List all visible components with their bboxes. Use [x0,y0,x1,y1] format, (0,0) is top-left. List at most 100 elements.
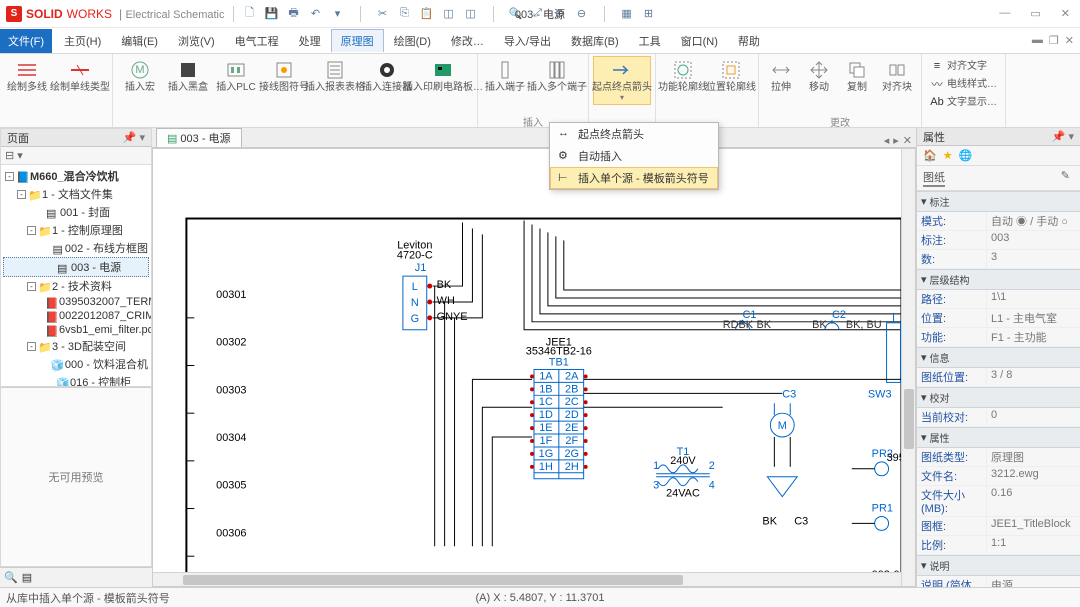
props-pin-icon[interactable]: 📌 [1052,130,1066,143]
panel-close-icon[interactable]: ▾ [139,131,145,144]
home-icon[interactable]: 🏠 [923,149,937,162]
wire-style-button[interactable]: 〰电线样式… [926,75,1001,93]
prop-row[interactable]: 功能:F1 - 主功能 [917,328,1080,347]
align-text-button[interactable]: ≡对齐文字 [926,57,1001,75]
prop-category[interactable]: ▾校对 [917,387,1080,408]
menu-electrical[interactable]: 电气工程 [225,29,289,53]
insert-multiterminal-button[interactable]: 插入多个端子 [530,56,584,96]
copy-button[interactable]: 复制 [839,56,875,96]
prop-row[interactable]: 标注:003 [917,231,1080,250]
menu-tools[interactable]: 工具 [629,29,671,53]
insert-plc-button[interactable]: 插入PLC [213,56,259,96]
edit-pencil-icon[interactable]: ✎ [1061,169,1074,187]
prop-row[interactable]: 图框:JEE1_TitleBlock [917,517,1080,536]
prop-row[interactable]: 当前校对:0 [917,408,1080,427]
qat-icon-5[interactable]: ◫ [463,6,479,22]
qat-icon-4[interactable]: ◫ [441,6,457,22]
insert-terminal-button[interactable]: 插入端子 [482,56,528,96]
prop-row[interactable]: 位置:L1 - 主电气室 [917,309,1080,328]
dd-auto-insert[interactable]: ⚙自动插入 [550,145,718,167]
new-icon[interactable]: 🗋 [242,6,258,22]
globe-icon[interactable]: 🌐 [959,149,973,162]
prop-category[interactable]: ▾属性 [917,427,1080,448]
menu-view[interactable]: 浏览(V) [168,29,225,53]
vertical-scrollbar[interactable] [901,149,915,586]
prop-row[interactable]: 比例:1:1 [917,536,1080,555]
print-icon[interactable]: 🖶 [286,6,302,22]
draw-singlewire-button[interactable]: 绘制单线类型 [52,56,108,96]
tab-close-icon[interactable]: ✕ [903,134,912,147]
stretch-button[interactable]: 拉伸 [763,56,799,96]
menu-process[interactable]: 处理 [289,29,331,53]
menu-file[interactable]: 文件(F) [0,29,52,53]
menu-home[interactable]: 主页(H) [54,29,111,53]
prop-row[interactable]: 文件名:3212.ewg [917,467,1080,486]
copy-icon[interactable]: ⎘ [397,6,413,22]
tree-item[interactable]: ▤003 - 电源 [3,257,149,277]
tree-item[interactable]: ▤002 - 布线方框图 [3,239,149,257]
undo-icon[interactable]: ↶ [308,6,324,22]
toggle-grid-icon[interactable]: ▦ [619,6,635,22]
tree-item[interactable]: 🧊016 - 控制柜 [3,373,149,386]
prop-row[interactable]: 路径:1\1 [917,290,1080,309]
tree-item[interactable]: -📁1 - 控制原理图 [3,221,149,239]
props-body[interactable]: ▾标注模式:自动 ◉ / 手动 ○标注:003数:3▾层级结构路径:1\1位置:… [917,191,1080,587]
tree-root[interactable]: -📘M660_混合冷饮机 [3,167,149,185]
menu-modify[interactable]: 修改… [441,29,494,53]
prop-row[interactable]: 模式:自动 ◉ / 手动 ○ [917,212,1080,231]
dd-origin-arrow[interactable]: ↔起点终点箭头 [550,123,718,145]
prop-row[interactable]: 文件大小 (MB):0.16 [917,486,1080,517]
doc-tab-active[interactable]: ▤003 - 电源 [156,128,242,147]
tab-prev-icon[interactable]: ◂ [884,134,890,147]
tab-next-icon[interactable]: ▸ [893,134,899,147]
tree-item[interactable]: -📁3 - 3D配装空间 [3,337,149,355]
tree-item[interactable]: 🧊000 - 饮料混合机 [3,355,149,373]
menu-schematic[interactable]: 原理图 [331,29,384,52]
filter-tool-icon[interactable]: ▤ [22,571,32,584]
draw-multiwire-button[interactable]: 绘制多线 [4,56,50,96]
tree-item[interactable]: -📁2 - 技术资料 [3,277,149,295]
menu-database[interactable]: 数据库(B) [561,29,629,53]
save-icon[interactable]: 💾 [264,6,280,22]
function-outline-button[interactable]: 功能轮廓线 [660,56,706,96]
minimize-icon[interactable]: — [995,5,1014,22]
mdi-restore-icon[interactable]: ❐ [1049,34,1059,47]
props-menu-icon[interactable]: ▾ [1068,130,1074,143]
menu-draw[interactable]: 绘图(D) [384,29,441,53]
tree-item[interactable]: 📕0022012087_CRIMP_H [3,309,149,323]
mdi-close-icon[interactable]: ✕ [1065,34,1074,47]
prop-category[interactable]: ▾信息 [917,347,1080,368]
snap-icon[interactable]: ⊞ [641,6,657,22]
insert-wireicon-button[interactable]: 接线图符号 [261,56,307,96]
menu-edit[interactable]: 编辑(E) [111,29,168,53]
text-display-button[interactable]: Ab文字显示… [926,93,1001,111]
dd-insert-single-source[interactable]: ⊢插入单个源 - 模板箭头符号 [550,167,718,189]
horizontal-scrollbar[interactable] [153,572,901,586]
mdi-minimize-icon[interactable]: ▬ [1032,34,1043,47]
prop-row[interactable]: 图纸位置:3 / 8 [917,368,1080,387]
align-block-button[interactable]: 对齐块 [877,56,917,96]
tree-item[interactable]: ▤001 - 封面 [3,203,149,221]
insert-pcb-button[interactable]: 插入印刷电路板… [413,56,473,96]
origin-arrow-button[interactable]: 起点终点箭头▾ [593,56,651,105]
prop-category[interactable]: ▾说明 [917,555,1080,576]
tree-item[interactable]: -📁1 - 文档文件集 [3,185,149,203]
zoom-out-icon[interactable]: ⊖ [574,6,590,22]
prop-row[interactable]: 数:3 [917,250,1080,269]
location-outline-button[interactable]: 位置轮廓线 [708,56,754,96]
menu-help[interactable]: 帮助 [728,29,770,53]
insert-report-button[interactable]: 插入报表表格 [309,56,361,96]
prop-category[interactable]: ▾层级结构 [917,269,1080,290]
menu-window[interactable]: 窗口(N) [671,29,728,53]
move-button[interactable]: 移动 [801,56,837,96]
star-icon[interactable]: ★ [943,149,953,162]
paste-icon[interactable]: 📋 [419,6,435,22]
cut-icon[interactable]: ✂ [375,6,391,22]
insert-macro-button[interactable]: M插入宏 [117,56,163,96]
prop-tab-drawing[interactable]: 图纸 [923,169,945,187]
prop-row[interactable]: 说明 (简体中文电源 [917,576,1080,587]
panel-pin-icon[interactable]: 📌 [123,131,137,144]
tree-item[interactable]: 📕6vsb1_emi_filter.pdf [3,323,149,337]
collapse-all-icon[interactable]: ⊟ ▾ [5,150,23,162]
menu-import[interactable]: 导入/导出 [494,29,561,53]
